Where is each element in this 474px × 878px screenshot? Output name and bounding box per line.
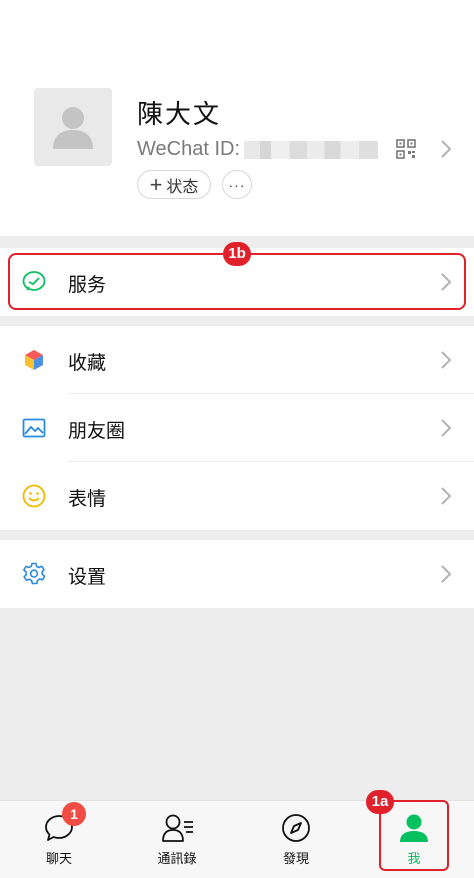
menu-label-favorites: 收藏 xyxy=(68,353,107,374)
menu-label-settings: 设置 xyxy=(68,567,107,588)
default-avatar-icon xyxy=(53,107,93,149)
profile-header[interactable]: 陳大文 WeChat ID: + 状态 ··· xyxy=(0,0,474,236)
add-status-button[interactable]: + 状态 xyxy=(137,170,211,199)
tab-chats[interactable]: 聊天 xyxy=(0,801,118,878)
unread-count-badge: 1 xyxy=(62,802,86,826)
menu-label-stickers: 表情 xyxy=(68,489,107,510)
gear-icon xyxy=(23,562,46,585)
more-status-button[interactable]: ··· xyxy=(222,170,252,199)
wechat-id-redacted xyxy=(244,141,378,159)
chevron-right-icon xyxy=(441,419,451,437)
status-button-label: 状态 xyxy=(166,178,199,196)
chevron-right-icon xyxy=(441,351,451,369)
tab-label-contacts: 通訊錄 xyxy=(157,851,197,866)
avatar[interactable] xyxy=(34,88,112,166)
annotation-badge-1a: 1a xyxy=(366,790,394,814)
chevron-right-icon xyxy=(441,565,451,583)
moments-image-icon xyxy=(22,418,46,438)
tab-discover[interactable]: 發現 xyxy=(237,801,355,878)
tab-label-discover: 發現 xyxy=(282,851,309,866)
menu-item-stickers[interactable]: 表情 xyxy=(0,462,474,530)
wechat-id-label: WeChat ID: xyxy=(137,138,240,160)
chevron-right-icon xyxy=(441,140,451,158)
annotation-badge-1b: 1b xyxy=(223,242,251,266)
qr-code-icon[interactable] xyxy=(396,139,416,159)
menu-item-favorites[interactable]: 收藏 xyxy=(0,326,474,394)
favorites-cube-icon xyxy=(25,350,43,370)
profile-name: 陳大文 xyxy=(137,99,222,129)
menu-item-settings[interactable]: 设置 xyxy=(0,540,474,608)
tab-contacts[interactable]: 通訊錄 xyxy=(118,801,236,878)
smiley-icon xyxy=(22,484,46,508)
tab-label-chats: 聊天 xyxy=(45,851,72,866)
menu-label-moments: 朋友圈 xyxy=(68,421,126,442)
chevron-right-icon xyxy=(441,487,451,505)
menu-item-moments[interactable]: 朋友圈 xyxy=(0,394,474,462)
contacts-icon xyxy=(162,814,193,842)
plus-icon: + xyxy=(149,171,163,197)
compass-icon xyxy=(282,814,310,842)
